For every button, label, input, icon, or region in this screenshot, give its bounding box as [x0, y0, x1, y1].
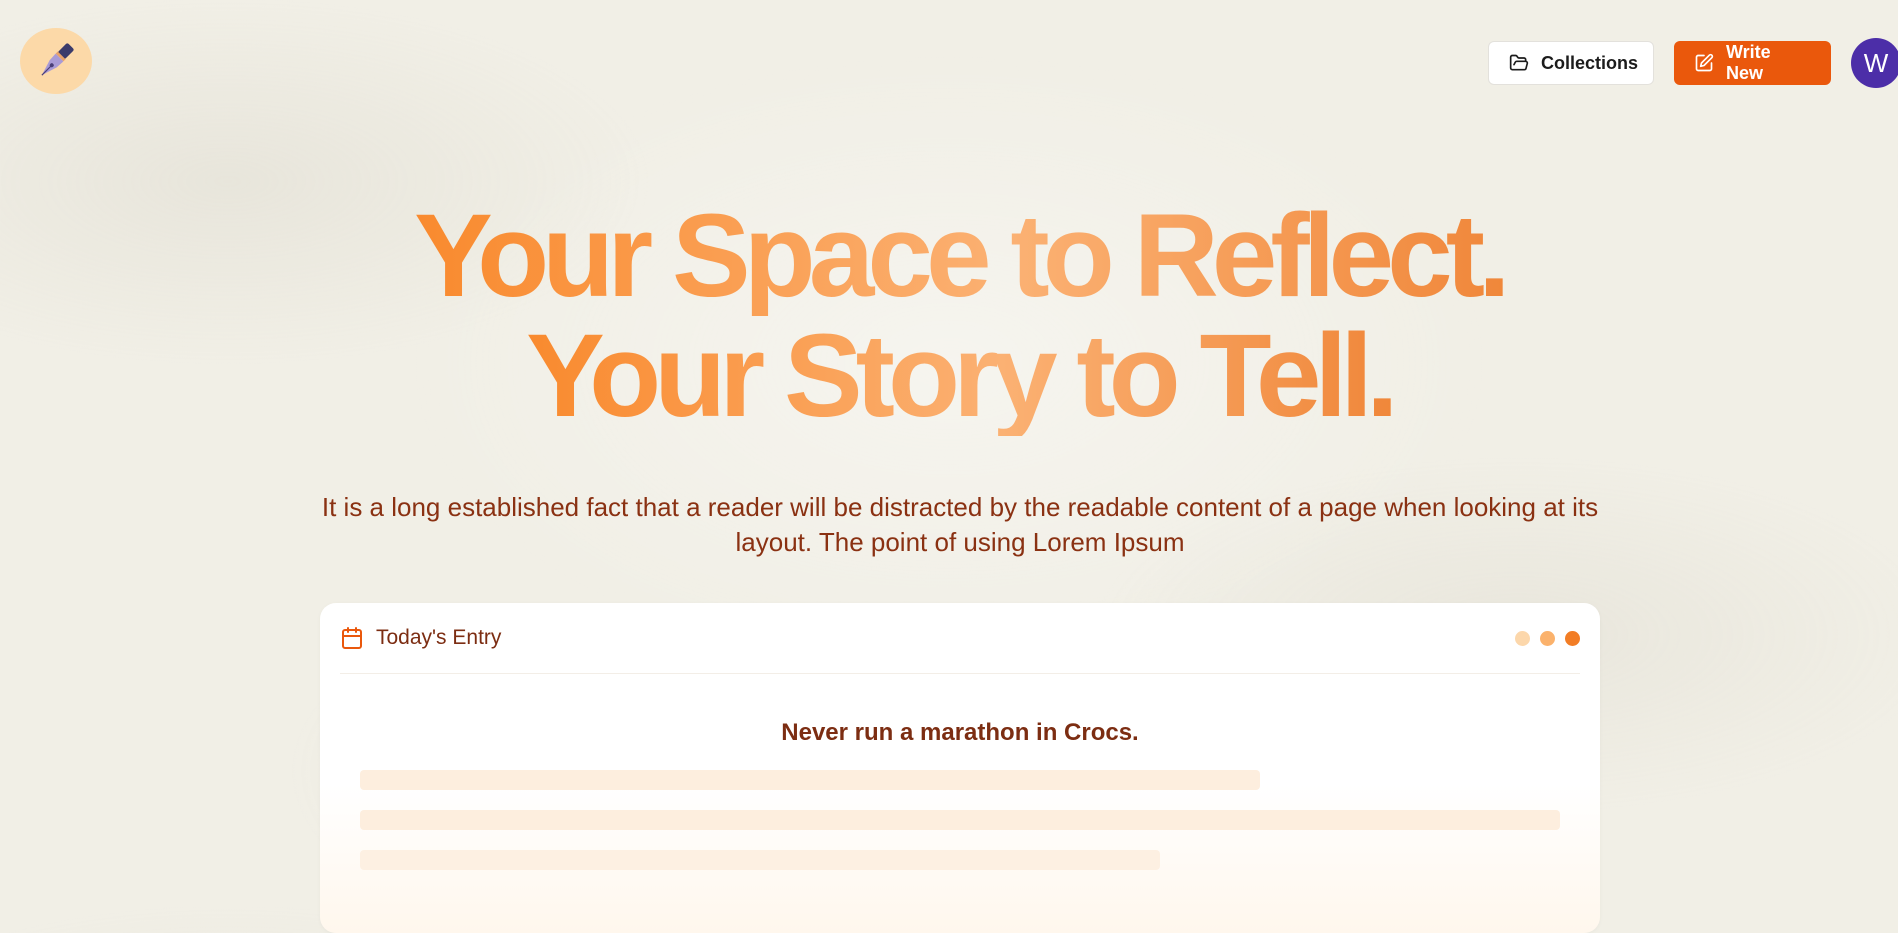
skeleton-line	[360, 810, 1560, 830]
skeleton-line	[360, 850, 1160, 870]
write-new-label: Write New	[1726, 42, 1771, 83]
header-actions: Collections Write New W	[1488, 38, 1898, 88]
entry-card: Today's Entry Never run a marathon in Cr…	[320, 603, 1600, 933]
hero-subtitle: It is a long established fact that a rea…	[321, 492, 1599, 557]
entry-card-label: Today's Entry	[376, 626, 502, 649]
dot-light	[1515, 630, 1530, 646]
collections-label: Collections	[1541, 52, 1639, 73]
avatar[interactable]: W	[1851, 38, 1898, 88]
hero-title-line-1: Your Space to Reflect.	[414, 190, 1511, 322]
hero-title: Your Space to Reflect. Your Story to Tel…	[0, 196, 1898, 436]
dot-dark	[1565, 630, 1580, 646]
logo-button[interactable]	[20, 28, 92, 94]
dot-medium	[1540, 630, 1555, 646]
write-new-button[interactable]: Write New	[1674, 41, 1831, 85]
edit-icon	[1695, 53, 1714, 72]
hero-title-line-2: Your Story to Tell.	[526, 310, 1399, 442]
window-dots	[1505, 630, 1580, 646]
folder-open-icon	[1509, 54, 1529, 71]
calendar-icon	[342, 627, 362, 649]
entry-card-header: Today's Entry	[340, 603, 1580, 674]
collections-button[interactable]: Collections	[1488, 41, 1654, 85]
avatar-initial: W	[1863, 47, 1889, 78]
skeleton-line	[360, 770, 1260, 790]
entry-heading: Never run a marathon in Crocs.	[781, 719, 1139, 746]
fountain-pen-icon	[41, 43, 74, 76]
